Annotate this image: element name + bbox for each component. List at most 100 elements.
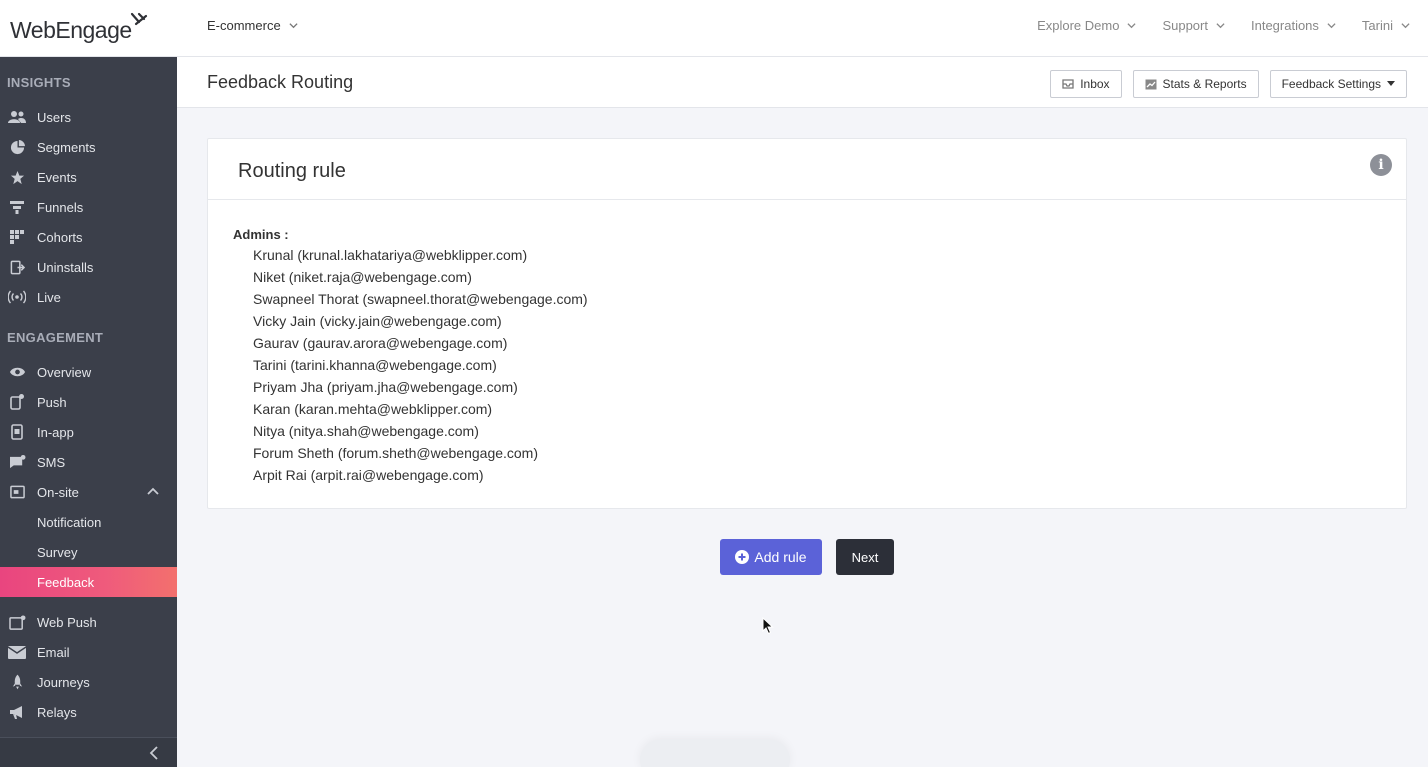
grid-icon (8, 228, 26, 246)
sidebar-item-label: Email (37, 644, 70, 660)
sidebar-item-label: Uninstalls (37, 259, 94, 275)
list-item: Krunal (krunal.lakhatariya@webklipper.co… (253, 247, 528, 263)
rocket-icon (8, 673, 26, 691)
next-button[interactable]: Next (836, 539, 894, 575)
sidebar-item-label: On-site (37, 484, 79, 500)
sidebar-item-funnels[interactable]: Funnels (0, 192, 177, 222)
next-label: Next (851, 549, 879, 565)
sidebar-item-on-site[interactable]: On-site (0, 477, 177, 507)
in-app-icon (8, 423, 26, 441)
sidebar-item-label: In-app (37, 424, 74, 440)
pie-chart-icon (8, 138, 26, 156)
top-nav: Explore Demo Support Integrations Tarini (1037, 18, 1410, 33)
list-item: Forum Sheth (forum.sheth@webengage.com) (253, 445, 539, 461)
sidebar-item-label: Web Push (37, 614, 97, 630)
collapse-sidebar-icon[interactable] (149, 746, 159, 760)
logo-mark-icon (130, 12, 148, 40)
add-rule-label: Add rule (754, 549, 807, 565)
logo-text: WebEngage (10, 17, 132, 43)
user-menu[interactable]: Tarini (1362, 18, 1410, 33)
sidebar-item-label: Segments (37, 139, 96, 155)
list-item: Swapneel Thorat (swapneel.thorat@webenga… (253, 291, 588, 307)
card-title: Routing rule (238, 160, 346, 182)
support-label: Support (1162, 18, 1208, 33)
sidebar-item-label: Overview (37, 364, 92, 380)
list-item: Niket (niket.raja@webengage.com) (253, 269, 472, 285)
megaphone-icon (8, 703, 26, 721)
project-name: E-commerce (207, 18, 281, 33)
sidebar-item-events[interactable]: Events (0, 162, 177, 192)
sidebar-item-push[interactable]: Push (0, 387, 177, 417)
feedback-settings-label: Feedback Settings (1281, 77, 1381, 91)
list-item: Vicky Jain (vicky.jain@webengage.com) (253, 313, 502, 329)
list-item: Karan (karan.mehta@webklipper.com) (253, 401, 493, 417)
stats-reports-button[interactable]: Stats & Reports (1132, 70, 1259, 98)
broadcast-icon (8, 288, 26, 306)
user-name: Tarini (1361, 18, 1393, 33)
uninstall-icon (8, 258, 26, 276)
list-item: Arpit Rai (arpit.rai@webengage.com) (253, 467, 484, 483)
sidebar-item-label: Push (37, 394, 67, 410)
sidebar-item-label: Users (37, 109, 71, 125)
sidebar-item-label: Relays (37, 704, 77, 720)
chevron-down-icon (1401, 23, 1410, 29)
integrations-menu[interactable]: Integrations (1251, 18, 1336, 33)
sidebar-item-email[interactable]: Email (0, 637, 177, 667)
sidebar-item-notification[interactable]: Notification (0, 507, 177, 537)
integrations-label: Integrations (1250, 18, 1319, 33)
webengage-logo[interactable]: WebEngage (10, 10, 148, 44)
stats-reports-label: Stats & Reports (1162, 77, 1247, 91)
sidebar-item-journeys[interactable]: Journeys (0, 667, 177, 697)
sidebar-item-live[interactable]: Live (0, 282, 177, 312)
explore-demo-label: Explore Demo (1037, 18, 1120, 33)
chart-icon (1145, 79, 1157, 89)
top-bar: WebEngage E-commerce Explore Demo Suppor… (0, 0, 1428, 57)
feedback-settings-dropdown[interactable]: Feedback Settings (1269, 70, 1407, 98)
sidebar-item-label: Journeys (37, 674, 90, 690)
star-icon (8, 168, 26, 186)
sidebar-item-survey[interactable]: Survey (0, 537, 177, 567)
plus-circle-icon (735, 550, 750, 564)
sidebar-item-web-push[interactable]: Web Push (0, 607, 177, 637)
sidebar-item-label: Cohorts (37, 229, 83, 245)
sidebar-item-label: Notification (37, 514, 102, 530)
project-selector[interactable]: E-commerce (207, 18, 298, 33)
mobile-push-icon (8, 393, 26, 411)
sidebar-item-sms[interactable]: SMS (0, 447, 177, 477)
admins-label: Admins : (233, 227, 289, 242)
sidebar-footer (0, 737, 177, 767)
sidebar-item-feedback[interactable]: Feedback (0, 567, 177, 597)
sidebar-item-label: SMS (37, 454, 66, 470)
mouse-cursor-icon (762, 617, 774, 635)
sidebar-item-overview[interactable]: Overview (0, 357, 177, 387)
sidebar-item-in-app[interactable]: In-app (0, 417, 177, 447)
add-rule-button[interactable]: Add rule (720, 539, 822, 575)
info-icon[interactable]: i (1370, 154, 1392, 176)
support-menu[interactable]: Support (1162, 18, 1225, 33)
sidebar-item-relays[interactable]: Relays (0, 697, 177, 727)
chevron-down-icon (1127, 23, 1137, 29)
inbox-button[interactable]: Inbox (1050, 70, 1122, 98)
sidebar-item-label: Events (37, 169, 77, 185)
caret-down-icon (1387, 81, 1395, 86)
list-item: Nitya (nitya.shah@webengage.com) (253, 423, 479, 439)
admins-list: Krunal (krunal.lakhatariya@webklipper.co… (253, 244, 588, 486)
chevron-down-icon (289, 23, 298, 29)
sidebar-item-label: Live (37, 289, 61, 305)
sidebar-item-cohorts[interactable]: Cohorts (0, 222, 177, 252)
sidebar-item-segments[interactable]: Segments (0, 132, 177, 162)
sidebar-item-label: Feedback (37, 574, 95, 590)
explore-demo-menu[interactable]: Explore Demo (1037, 18, 1137, 33)
web-push-icon (8, 613, 26, 631)
sidebar-item-uninstalls[interactable]: Uninstalls (0, 252, 177, 282)
inbox-label: Inbox (1080, 77, 1110, 91)
users-icon (8, 108, 26, 126)
list-item: Priyam Jha (priyam.jha@webengage.com) (253, 379, 518, 395)
sms-icon (8, 453, 26, 471)
inbox-icon (1062, 79, 1074, 89)
sidebar-item-users[interactable]: Users (0, 102, 177, 132)
sidebar-item-label: Funnels (37, 199, 84, 215)
insights-section-title: INSIGHTS (7, 75, 71, 90)
sidebar: INSIGHTS Users Segments Events Funnels C… (0, 57, 177, 767)
engagement-section-title: ENGAGEMENT (7, 330, 104, 345)
